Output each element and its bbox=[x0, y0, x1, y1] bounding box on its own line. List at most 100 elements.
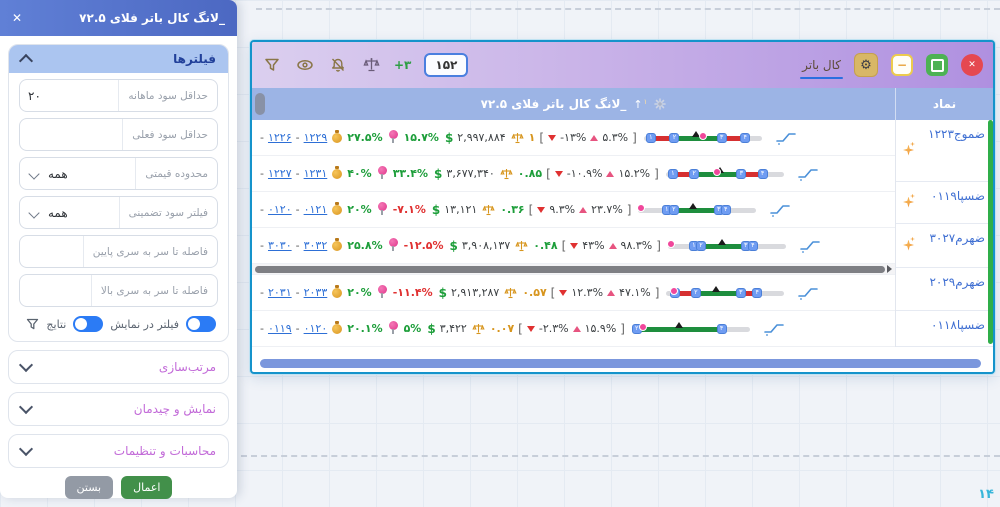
filter-field-label: فاصله تا سر به سری پایین bbox=[92, 245, 208, 258]
drag-handle[interactable] bbox=[255, 93, 265, 115]
symbol-cell[interactable]: ضسپا۰۱۱۹ bbox=[896, 182, 993, 224]
strategy-row[interactable]: -۳۰۳۰-۳۰۳۲ ۲۵.۸% -۱۲.۵% $۳,۹۰۸,۱۳۷ ۰.۴۸[۴۳% ۹… bbox=[252, 228, 895, 264]
down-arrow-icon bbox=[570, 242, 579, 249]
strategy-row[interactable]: -۰۱۲۰-۰۱۲۱ ۲۰% -۷.۱% $۱۳,۱۲۱ ۰.۳۶[۹.۳% ۲۳.۷%]… bbox=[252, 192, 895, 228]
payoff-chart-icon[interactable] bbox=[800, 239, 820, 253]
payoff-chart-icon[interactable] bbox=[770, 203, 791, 217]
symbol-cell[interactable]: ضموج۱۲۲۳ bbox=[896, 120, 993, 182]
money-bag-icon bbox=[332, 129, 343, 143]
table-body: -۱۲۲۶-۱۲۲۹ ۲۷.۵% ۱۵.۷% $۲,۹۹۷,۸۸۴ ۱[-۱۳% ۵.۳%… bbox=[252, 120, 993, 347]
monthly-profit-pct: ۲۰% bbox=[347, 203, 372, 216]
break-even-low-link[interactable]: ۰۱۱۹ bbox=[268, 322, 292, 335]
price-triangle-icon bbox=[688, 202, 697, 209]
payoff-chart-icon[interactable] bbox=[775, 131, 796, 145]
break-even-high-link[interactable]: ۰۱۲۰ bbox=[304, 322, 328, 335]
apply-button[interactable]: اعمال bbox=[121, 476, 173, 499]
collapsed-section[interactable]: نمایش و چیدمان bbox=[8, 392, 229, 426]
close-icon[interactable]: ✕ bbox=[12, 11, 22, 25]
collapsed-section[interactable]: محاسبات و تنظیمات bbox=[8, 434, 229, 468]
strategy-row[interactable]: -۲۰۳۱-۲۰۳۳ ۲۰% -۱۱.۴% $۲,۹۱۳,۲۸۷ ۰.۵۷[۱۲.۳% ۴… bbox=[252, 275, 895, 311]
tab-call-butterfly[interactable]: کال باتر bbox=[800, 58, 843, 79]
price-triangle-icon bbox=[711, 285, 720, 292]
close-window-button[interactable]: ✕ bbox=[961, 54, 983, 76]
price-dot-icon bbox=[638, 322, 647, 331]
funnel-small-icon bbox=[26, 318, 39, 331]
chevron-up-icon[interactable] bbox=[18, 53, 34, 68]
filter-icon[interactable] bbox=[262, 55, 282, 75]
open-bracket: [ bbox=[550, 285, 556, 300]
money-bag-icon bbox=[332, 237, 343, 251]
restore-button[interactable] bbox=[926, 54, 948, 76]
balance-scale-icon bbox=[472, 323, 485, 335]
down-arrow-icon bbox=[537, 206, 546, 213]
payoff-chart-icon[interactable] bbox=[798, 167, 818, 181]
max-loss-pct: ۹.۳% bbox=[549, 203, 576, 216]
minimize-button[interactable]: − bbox=[891, 54, 913, 76]
strategy-row[interactable]: -۰۱۱۹-۰۱۲۰ ۲۰.۱% ۵% $۳,۴۲۲ ۰.۰۷[-۲.۳% ۱۵.۹%] ۲… bbox=[252, 311, 895, 347]
break-even-high-link[interactable]: ۱۲۳۱ bbox=[304, 167, 328, 180]
down-arrow-icon bbox=[526, 325, 535, 332]
up-arrow-icon bbox=[572, 325, 581, 332]
strategy-row[interactable]: -۱۲۲۷-۱۲۳۱ ۴۰% ۳۳.۴% $۳,۶۷۷,۳۴۰ ۰.۸۵[-۱۰.۹% ۱… bbox=[252, 156, 895, 192]
filter-select[interactable]: همه bbox=[20, 158, 137, 189]
strike-marker: ۴ bbox=[740, 132, 751, 143]
close-bracket: ] bbox=[626, 202, 632, 217]
results-count-box[interactable]: ۱۵۲ bbox=[424, 53, 469, 77]
strategy-row[interactable]: -۱۲۲۶-۱۲۲۹ ۲۷.۵% ۱۵.۷% $۲,۹۹۷,۸۸۴ ۱[-۱۳% ۵.۳%… bbox=[252, 120, 895, 156]
strike-marker: ۱ bbox=[645, 132, 656, 143]
filter-panel-header: _لانگ کال باتر فلای ۷۲.۵ ✕ bbox=[0, 0, 237, 36]
strike-marker: ۴ bbox=[752, 287, 763, 298]
eye-icon[interactable] bbox=[295, 55, 315, 75]
dollar-sign: $ bbox=[431, 202, 441, 217]
payoff-chart-icon[interactable] bbox=[764, 322, 784, 336]
break-even-high-link[interactable]: ۳۰۳۲ bbox=[304, 239, 328, 252]
scrollbar-thumb[interactable] bbox=[255, 265, 885, 273]
page-number: ۱۴ bbox=[978, 487, 994, 502]
max-profit-pct: ۲۳.۷% bbox=[591, 203, 623, 216]
filters-section-header[interactable]: فیلترها bbox=[9, 45, 228, 73]
scroll-right-arrow-icon[interactable] bbox=[887, 265, 892, 273]
inner-horizontal-scrollbar[interactable] bbox=[252, 264, 895, 275]
payoff-chart-icon[interactable] bbox=[798, 286, 819, 300]
break-even-low-link[interactable]: ۱۲۲۷ bbox=[268, 167, 292, 180]
balance-scale-icon bbox=[504, 287, 517, 299]
filter-input[interactable]: ۲۰ bbox=[20, 80, 120, 111]
collapsed-section[interactable]: مرتب‌سازی bbox=[8, 350, 229, 384]
gear-icon[interactable]: ⚙ bbox=[854, 53, 878, 77]
toggle-switch[interactable] bbox=[73, 316, 104, 332]
ratio-value: ۱ bbox=[528, 131, 536, 144]
symbol-cell[interactable]: ضهرم۳۰۲۷ bbox=[896, 224, 993, 268]
bell-muted-icon[interactable] bbox=[328, 55, 348, 75]
break-even-high-link[interactable]: ۱۲۲۹ bbox=[304, 131, 328, 144]
filter-input[interactable] bbox=[20, 119, 124, 150]
ratio-value: ۰.۴۸ bbox=[533, 239, 558, 252]
monthly-profit-pct: ۲۰.۱% bbox=[347, 322, 383, 335]
current-profit-pct: ۱۵.۷% bbox=[403, 131, 439, 144]
flower-icon bbox=[654, 98, 667, 110]
dollar-sign: $ bbox=[434, 166, 443, 181]
balance-scale-icon bbox=[500, 168, 513, 180]
up-arrow-icon bbox=[607, 289, 616, 296]
sort-icon[interactable]: ↑ ۱ bbox=[633, 98, 647, 110]
break-even-low-link[interactable]: ۱۲۲۶ bbox=[268, 131, 292, 144]
filter-input[interactable] bbox=[20, 275, 92, 306]
table-header-row: _لانگ کال باتر فلای ۷۲.۵ ↑ ۱ نماد bbox=[252, 88, 993, 120]
strike-marker: ۱ bbox=[667, 168, 678, 179]
break-even-low-link[interactable]: ۳۰۳۰ bbox=[268, 239, 292, 252]
max-profit-pct: ۱۵.۲% bbox=[618, 167, 651, 180]
break-even-high-link[interactable]: ۰۱۲۱ bbox=[304, 203, 328, 216]
symbol-cell[interactable]: ضهرم۲۰۲۹ bbox=[896, 268, 993, 311]
balance-scale-icon[interactable] bbox=[361, 55, 381, 75]
filter-input[interactable] bbox=[20, 236, 84, 267]
close-button[interactable]: بستن bbox=[64, 476, 114, 499]
horizontal-scrollbar[interactable] bbox=[260, 359, 981, 368]
symbol-cell[interactable]: ضسپا۰۱۱۸ bbox=[896, 311, 993, 347]
strike-marker: ۴ bbox=[757, 168, 768, 179]
toggle-switch[interactable] bbox=[186, 316, 216, 332]
break-even-low-link[interactable]: ۰۱۲۰ bbox=[268, 203, 292, 216]
vertical-scrollbar[interactable] bbox=[988, 120, 993, 344]
break-even-low-link[interactable]: ۲۰۳۱ bbox=[268, 286, 292, 299]
filter-select[interactable]: همه bbox=[20, 197, 120, 228]
more-filters-badge[interactable]: +۳ bbox=[394, 58, 411, 72]
break-even-high-link[interactable]: ۲۰۳۳ bbox=[304, 286, 328, 299]
